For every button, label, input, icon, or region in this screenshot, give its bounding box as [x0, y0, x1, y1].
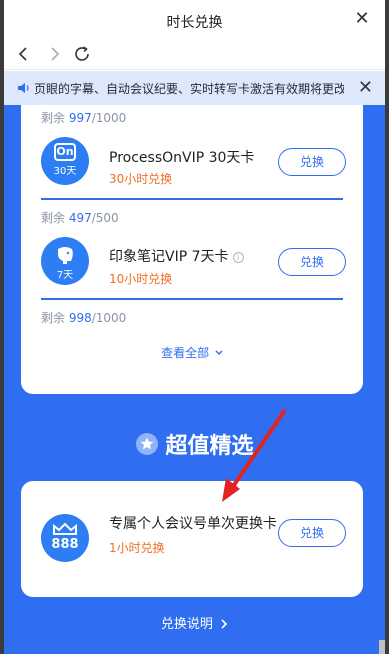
view-all-label: 查看全部 — [161, 346, 210, 360]
divider — [41, 298, 343, 300]
window: 时长兑换 ✕ 页眼的字幕、自动会议纪要、实时转写卡激活有效期将更改 ✕ 剩余 9… — [4, 0, 385, 654]
title-bar: 时长兑换 ✕ — [4, 0, 385, 40]
refresh-icon[interactable] — [70, 42, 94, 66]
notice-close-icon[interactable]: ✕ — [358, 78, 373, 98]
remaining-count: 剩余 997/1000 — [41, 109, 126, 126]
evernote-logo-icon: 7天 — [41, 237, 89, 285]
back-icon[interactable] — [12, 42, 36, 66]
redeem-button[interactable]: 兑换 — [278, 519, 346, 547]
nav-bar — [4, 40, 385, 70]
item-duration: 30小时兑换 — [109, 172, 173, 186]
chevron-down-icon — [215, 350, 223, 355]
remaining-count: 剩余 497/500 — [41, 209, 119, 226]
divider — [41, 198, 343, 200]
star-badge-icon — [136, 433, 159, 455]
featured-card: 剩余 997/1000 On 30天 ProcessOnVIP 30天卡 30小… — [21, 105, 363, 394]
remaining-current: 497 — [68, 211, 92, 225]
meeting-logo-text: 888 — [51, 537, 79, 552]
scrollbar[interactable] — [379, 640, 385, 654]
remaining-prefix: 剩余 — [41, 211, 69, 225]
close-icon[interactable]: ✕ — [351, 8, 373, 30]
processon-logo-icon: On 30天 — [41, 137, 89, 185]
window-title: 时长兑换 — [166, 15, 223, 31]
item-duration: 10小时兑换 — [109, 272, 173, 286]
redeem-button[interactable]: 兑换 — [278, 248, 346, 276]
notice-bar: 页眼的字幕、自动会议纪要、实时转写卡激活有效期将更改 ✕ — [4, 71, 385, 105]
meeting-number-logo-icon: 888 — [41, 514, 89, 562]
remaining-current: 998 — [68, 311, 92, 325]
speaker-icon — [16, 80, 32, 96]
item-name: ProcessOnVIP 30天卡 — [109, 150, 255, 166]
remaining-prefix: 剩余 — [41, 111, 69, 125]
notice-text: 页眼的字幕、自动会议纪要、实时转写卡激活有效期将更改 — [34, 82, 344, 96]
item-name: 专属个人会议号单次更换卡 — [109, 516, 277, 532]
item-name: 印象笔记VIP 7天卡 i — [109, 246, 244, 266]
content-area: 剩余 997/1000 On 30天 ProcessOnVIP 30天卡 30小… — [4, 105, 385, 654]
remaining-prefix: 剩余 — [41, 311, 69, 325]
chevron-right-icon — [221, 619, 228, 629]
info-icon[interactable]: i — [232, 252, 244, 263]
section-heading: 超值精选 — [4, 428, 385, 459]
remaining-total: /1000 — [91, 111, 127, 125]
remaining-total: /500 — [91, 211, 119, 225]
item-name-text: 印象笔记VIP 7天卡 — [109, 249, 229, 265]
section-title: 超值精选 — [165, 434, 254, 459]
forward-icon[interactable] — [42, 42, 66, 66]
redeem-button[interactable]: 兑换 — [278, 148, 346, 176]
view-all-link[interactable]: 查看全部 — [21, 344, 363, 361]
remaining-current: 997 — [68, 111, 92, 125]
evernote-logo-days: 7天 — [56, 270, 74, 281]
redeem-explain-label: 兑换说明 — [160, 617, 213, 632]
item-duration: 1小时兑换 — [109, 541, 165, 555]
redeem-explain-link[interactable]: 兑换说明 — [4, 613, 385, 632]
remaining-total: /1000 — [91, 311, 127, 325]
processon-logo-mark: On — [54, 143, 76, 161]
value-pick-card: 888 专属个人会议号单次更换卡 1小时兑换 兑换 — [21, 481, 363, 597]
processon-logo-days: 30天 — [53, 166, 77, 177]
remaining-count: 剩余 998/1000 — [41, 309, 126, 326]
